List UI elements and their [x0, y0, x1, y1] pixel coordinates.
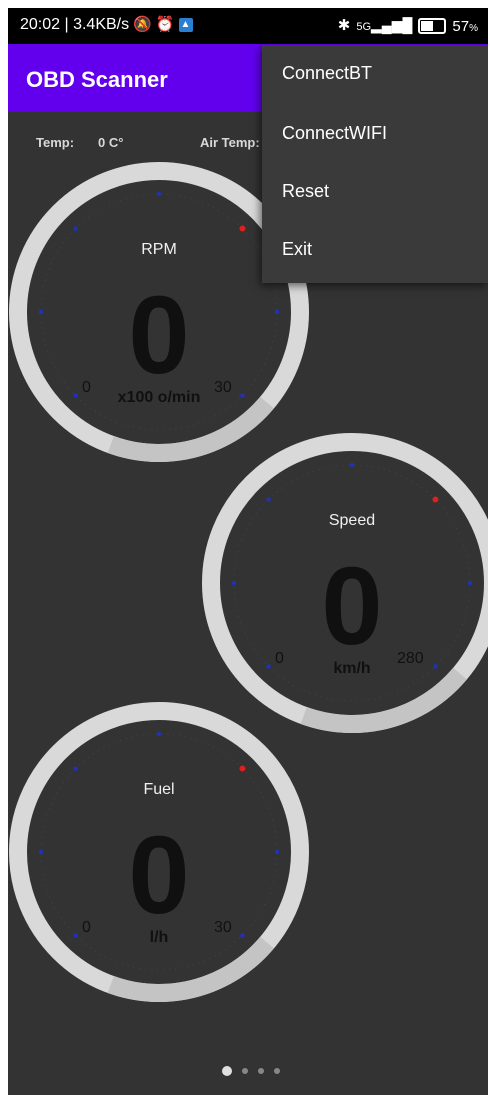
gauge-major-tick	[156, 191, 162, 197]
speed-gauge-title: Speed	[328, 512, 376, 529]
gauge-major-tick	[73, 226, 78, 231]
fuel-gauge-value: 0	[128, 814, 190, 937]
battery-icon	[418, 18, 447, 34]
gauge-major-tick	[73, 766, 78, 771]
app-notification-icon: ▲	[178, 18, 193, 32]
rpm-gauge-min: 0	[82, 379, 91, 396]
gauge-major-tick	[266, 497, 271, 502]
temp-value: 0 C°	[98, 135, 124, 150]
phone-screen: 20:02 | 3.4KB/s 🔕 ⏰ ▲ ✱ 5G▂▄▆█ 57% OBD S…	[8, 8, 488, 1095]
overflow-menu: ConnectBT ConnectWIFI Reset Exit	[262, 45, 488, 283]
fuel-gauge-min: 0	[82, 919, 91, 936]
status-right: ✱ 5G▂▄▆█ 57%	[338, 16, 478, 36]
fuel-gauge: Fuel 0 l/h 0 30	[8, 701, 310, 1003]
rpm-gauge-value: 0	[128, 274, 190, 397]
page-dot[interactable]	[258, 1068, 264, 1074]
alarm-icon: ⏰	[155, 16, 175, 33]
page-dot[interactable]	[274, 1068, 280, 1074]
speed-gauge-unit: km/h	[333, 660, 371, 677]
battery-level: 57%	[452, 17, 478, 35]
rpm-gauge-max: 30	[214, 379, 232, 396]
gauge-major-tick	[349, 462, 355, 468]
page-indicator[interactable]	[222, 1066, 280, 1076]
speed-gauge-value: 0	[321, 545, 383, 668]
signal-type: 5G	[356, 21, 372, 33]
status-left: 20:02 | 3.4KB/s 🔕 ⏰ ▲	[20, 16, 193, 34]
status-time: 20:02 | 3.4KB/s	[20, 16, 130, 33]
speed-gauge-min: 0	[275, 650, 284, 667]
page-dot[interactable]	[242, 1068, 248, 1074]
app-title: OBD Scanner	[26, 67, 168, 92]
gauge-major-tick	[156, 731, 162, 737]
menu-item-exit[interactable]: Exit	[262, 221, 488, 277]
fuel-gauge-unit: l/h	[149, 929, 169, 946]
5g-signal-icon: 5G▂▄▆█	[356, 17, 413, 33]
menu-item-connect-wifi[interactable]: ConnectWIFI	[262, 105, 488, 161]
speed-gauge: Speed 0 km/h 0 280	[201, 432, 488, 734]
menu-item-connect-bt[interactable]: ConnectBT	[262, 45, 488, 101]
menu-item-reset[interactable]: Reset	[262, 163, 488, 219]
mute-notification-icon: 🔕	[133, 16, 152, 33]
bluetooth-icon: ✱	[337, 17, 351, 34]
status-bar: 20:02 | 3.4KB/s 🔕 ⏰ ▲ ✱ 5G▂▄▆█ 57%	[8, 8, 488, 44]
fuel-gauge-max: 30	[214, 919, 232, 936]
speed-gauge-max: 280	[397, 650, 424, 667]
gauge-redline-tick	[239, 765, 246, 772]
fuel-gauge-title: Fuel	[143, 781, 175, 798]
rpm-gauge-unit: x100 o/min	[117, 389, 201, 406]
gauge-redline-tick	[432, 496, 439, 503]
air-temp-label: Air Temp:	[200, 135, 260, 150]
temp-label: Temp:	[36, 135, 75, 150]
gauge-redline-tick	[239, 225, 246, 232]
page-dot[interactable]	[222, 1066, 232, 1076]
